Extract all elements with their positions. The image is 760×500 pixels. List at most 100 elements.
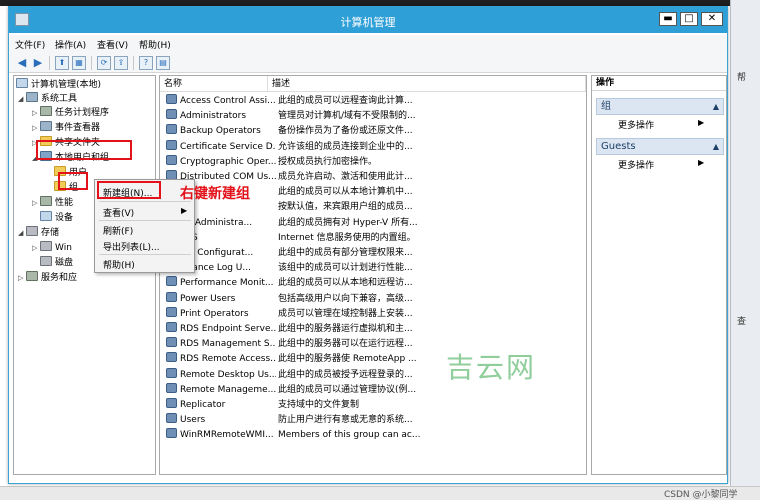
collapse-icon[interactable]: ▲ — [713, 139, 719, 154]
group-description: 支持域中的文件复制 — [278, 400, 360, 410]
more-actions-item[interactable]: 更多操作 ▶ — [618, 118, 704, 131]
actions-header: 操作 — [592, 76, 726, 91]
group-description: Members of this group can ac... — [278, 430, 421, 441]
collapsed-arrow-icon[interactable]: ▷ — [32, 241, 40, 255]
table-row[interactable]: Administrators 管理员对计算机/域有不受限制的... — [160, 109, 586, 124]
context-export-list[interactable]: 导出列表(L)... — [103, 240, 160, 253]
table-row[interactable]: r-V Administra... 此组的成员拥有对 Hyper-V 所有... — [160, 215, 586, 231]
group-icon — [166, 352, 177, 363]
collapsed-arrow-icon[interactable]: ▷ — [32, 106, 40, 120]
context-help[interactable]: 帮助(H) — [103, 258, 135, 271]
table-row[interactable]: RDS Endpoint Serve... 此组中的服务器运行虚拟机和主... — [160, 322, 586, 337]
table-row[interactable]: WinRMRemoteWMI... Members of this group c… — [160, 428, 586, 443]
menu-file[interactable]: 文件(F) — [15, 38, 45, 51]
table-row[interactable]: rmance Log U... 该组中的成员可以计划进行性能... — [160, 261, 586, 276]
table-row[interactable]: Power Users 包括高级用户以向下兼容，高级... — [160, 291, 586, 307]
group-description: 允许该组的成员连接到企业中的... — [278, 141, 413, 152]
actions-section-guests[interactable]: Guests ▲ — [596, 138, 724, 155]
column-header-name[interactable]: 名称 — [160, 76, 268, 92]
more-actions-item[interactable]: 更多操作 ▶ — [618, 158, 704, 171]
group-description: 授权成员执行加密操作。 — [278, 156, 378, 167]
menu-help[interactable]: 帮助(H) — [139, 38, 171, 51]
expand-arrow-icon[interactable]: ◢ — [18, 92, 26, 106]
maximize-button[interactable]: □ — [680, 12, 698, 26]
export-icon[interactable]: ⇪ — [114, 56, 128, 70]
tree-root[interactable]: 计算机管理(本地) — [16, 78, 101, 92]
menu-view[interactable]: 查看(V) — [97, 38, 128, 51]
actions-pane: 操作 组 ▲ 更多操作 ▶ Guests ▲ 更多操作 ▶ — [591, 75, 727, 475]
actions-section-group[interactable]: 组 ▲ — [596, 98, 724, 115]
submenu-arrow-icon: ▶ — [698, 118, 705, 127]
group-icon — [166, 139, 177, 150]
refresh-icon[interactable]: ⟳ — [97, 56, 111, 70]
watermark: 吉云网 — [446, 351, 537, 384]
table-row[interactable]: Access Control Assi... 此组的成员可以远程查询此计算... — [160, 94, 586, 109]
tree-system-tools[interactable]: ◢ 系统工具 — [18, 92, 77, 106]
table-row[interactable]: Users 防止用户进行有意或无意的系统... — [160, 413, 586, 428]
group-icon — [166, 337, 177, 348]
toolbar-separator — [49, 56, 50, 70]
tree-task-scheduler[interactable]: ▷ 任务计划程序 — [32, 106, 109, 120]
table-row[interactable]: Cryptographic Oper... 授权成员执行加密操作。 — [160, 154, 586, 170]
background-window-text: 查 — [737, 317, 747, 327]
tree-services-apps[interactable]: ▷ 服务和应 — [18, 271, 77, 285]
tree-storage[interactable]: ◢ 存储 — [18, 226, 59, 240]
close-button[interactable]: ✕ — [701, 12, 723, 26]
tree-disk-management[interactable]: 磁盘 — [40, 256, 73, 270]
up-level-icon[interactable]: ⬆ — [55, 56, 69, 70]
tree-event-viewer[interactable]: ▷ 事件查看器 — [32, 121, 100, 135]
forward-arrow-icon[interactable]: ▶ — [31, 56, 45, 70]
group-name: Administrators — [166, 109, 276, 124]
group-icon — [166, 382, 177, 393]
submenu-arrow-icon: ▶ — [698, 158, 705, 167]
services-icon — [26, 271, 38, 281]
table-row[interactable]: Replicator 支持域中的文件复制 — [160, 398, 586, 413]
context-view[interactable]: 查看(V) — [103, 206, 134, 219]
minimize-button[interactable]: ▬ — [659, 12, 677, 26]
group-name: RDS Endpoint Serve... — [166, 322, 276, 337]
tree-windows-backup[interactable]: ▷ Win — [32, 241, 72, 255]
table-row[interactable]: SRSInternet 信息服务使用的内置组。 — [160, 230, 586, 246]
highlight-local-users-groups — [36, 140, 132, 160]
group-icon — [166, 276, 177, 287]
group-icon — [166, 322, 177, 332]
table-row[interactable]: Certificate Service D... 允许该组的成员连接到企业中的..… — [160, 139, 586, 155]
tree-device-manager[interactable]: 设备 — [40, 211, 73, 225]
column-header-description[interactable]: 描述 — [268, 76, 586, 92]
context-refresh[interactable]: 刷新(F) — [103, 224, 133, 237]
group-name: Remote Desktop Us... — [166, 367, 276, 383]
menu-separator — [99, 220, 191, 221]
group-icon — [166, 94, 177, 104]
group-description: 防止用户进行有意或无意的系统... — [278, 415, 413, 426]
back-arrow-icon[interactable]: ◀ — [15, 56, 29, 70]
performance-icon — [40, 196, 52, 206]
table-row[interactable]: Performance Monit... 此组的成员可以从本地和远程访... — [160, 276, 586, 291]
toolbar-separator — [91, 56, 92, 70]
highlight-groups — [58, 172, 88, 190]
table-row[interactable]: Backup Operators 备份操作员为了备份或还原文件... — [160, 124, 586, 139]
table-row[interactable]: ork Configurat... 此组中的成员有部分管理权限来... — [160, 246, 586, 261]
collapsed-arrow-icon[interactable]: ▷ — [32, 121, 40, 135]
table-row[interactable]: Print Operators 成员可以管理在域控制器上安装... — [160, 306, 586, 322]
group-description: 该组中的成员可以计划进行性能... — [278, 263, 413, 274]
group-icon — [166, 428, 177, 439]
show-tree-icon[interactable]: ▦ — [72, 56, 86, 70]
help-icon[interactable]: ? — [139, 56, 153, 70]
window-title: 计算机管理 — [340, 16, 396, 29]
collapsed-arrow-icon[interactable]: ▷ — [32, 196, 40, 210]
menu-action[interactable]: 操作(A) — [55, 38, 86, 51]
tree-performance[interactable]: ▷ 性能 — [32, 196, 73, 210]
group-description: 此组的成员可以远程查询此计算... — [278, 96, 413, 106]
storage-icon — [26, 226, 38, 236]
properties-icon[interactable]: ▤ — [156, 56, 170, 70]
group-icon — [166, 109, 177, 120]
expand-arrow-icon[interactable]: ◢ — [18, 226, 26, 240]
tools-icon — [26, 92, 38, 102]
background-window: 帮 查 — [730, 0, 760, 500]
desktop-bottom-strip — [0, 486, 760, 500]
backup-icon — [40, 241, 52, 251]
collapsed-arrow-icon[interactable]: ▷ — [18, 271, 26, 285]
toolbar-separator — [133, 56, 134, 70]
group-name: Users — [166, 413, 276, 428]
collapse-icon[interactable]: ▲ — [713, 99, 719, 114]
